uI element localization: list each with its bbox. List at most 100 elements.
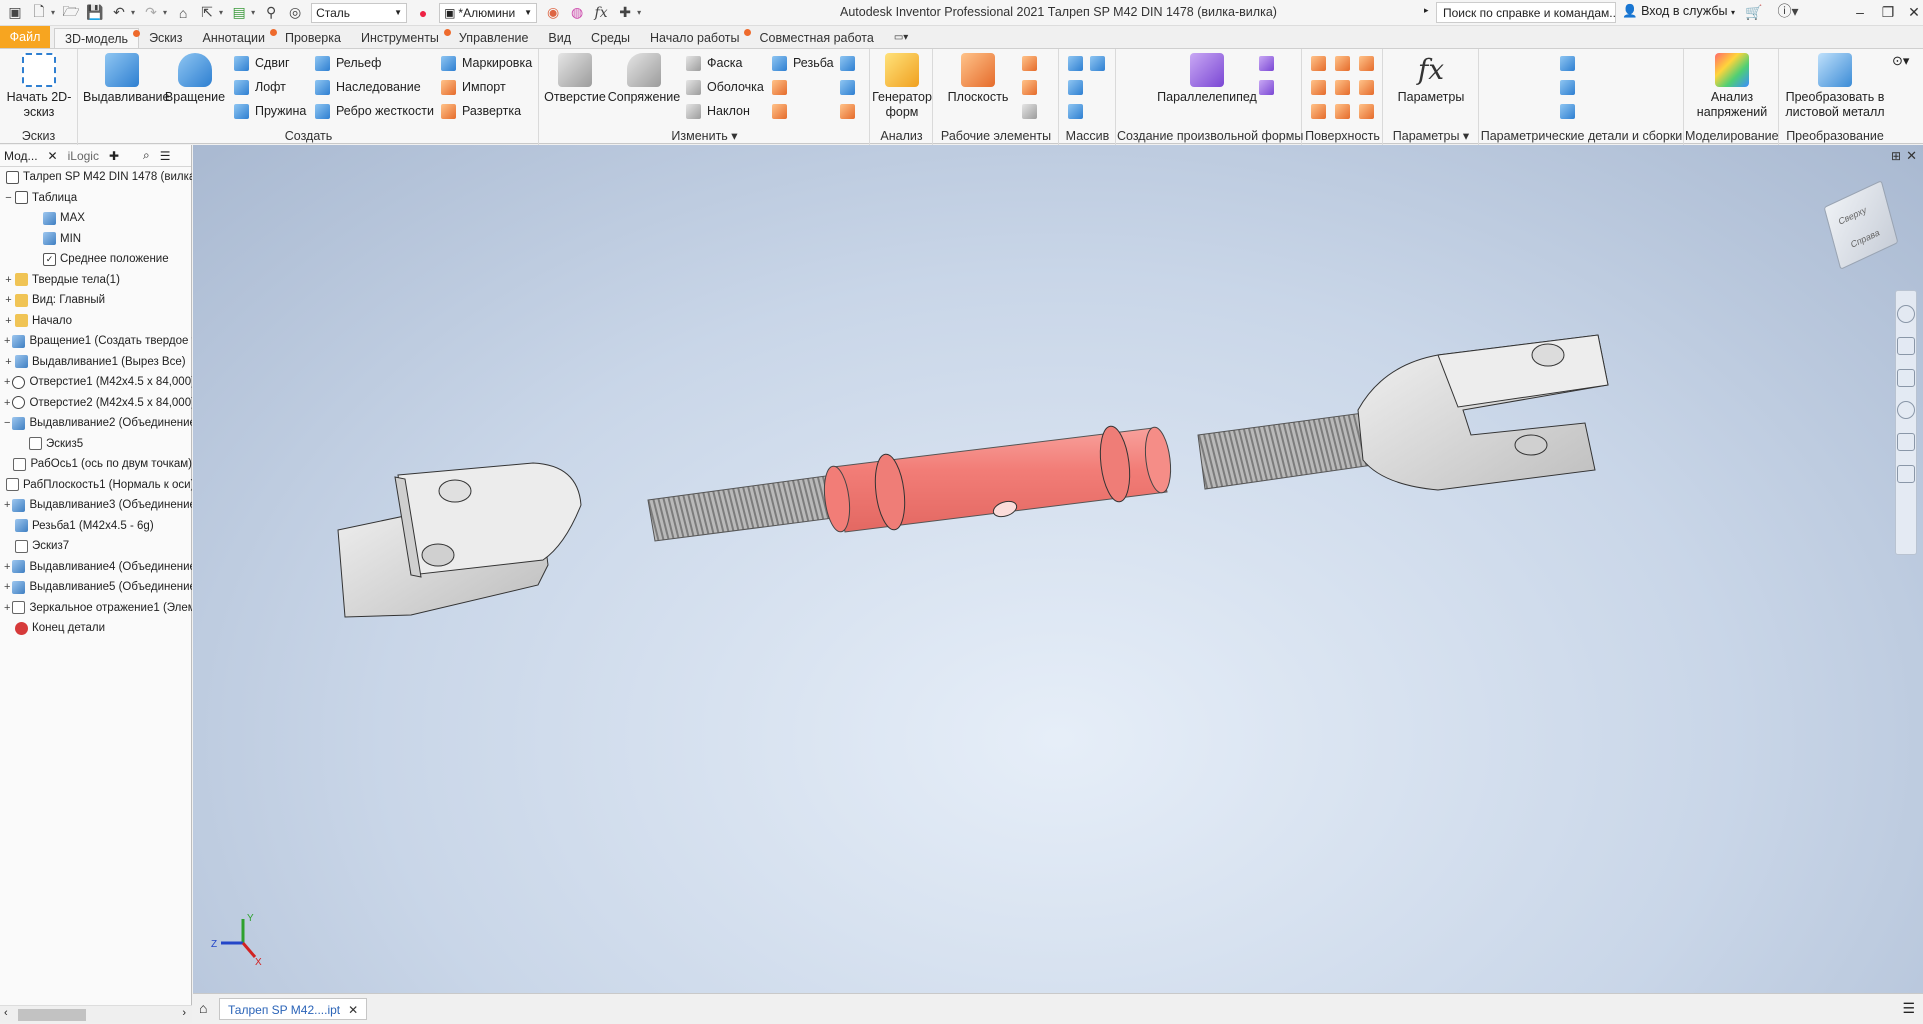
viewport-maximize-icon[interactable]: ⊞ xyxy=(1891,149,1901,163)
extend-button[interactable] xyxy=(1335,77,1356,97)
minimize-button[interactable]: – xyxy=(1846,0,1874,24)
chamfer-button[interactable]: Фаска xyxy=(686,53,742,73)
select-dropdown-icon[interactable]: ▾ xyxy=(219,8,223,17)
convert-sheet-metal-button[interactable]: Преобразовать в листовой металл xyxy=(1780,53,1890,120)
parameters-button[interactable]: fx Параметры xyxy=(1388,53,1474,105)
menu-icon[interactable]: ☰ xyxy=(160,149,171,163)
stress-analysis-button[interactable]: Анализ напряжений xyxy=(1689,53,1775,120)
draft-button[interactable]: Наклон xyxy=(686,101,750,121)
hole-button[interactable]: Отверстие xyxy=(544,53,606,105)
stitch-button[interactable] xyxy=(1311,53,1332,73)
tree-node[interactable]: MIN xyxy=(0,229,192,249)
tree-node[interactable]: + Выдавливание1 (Вырез Все) xyxy=(0,352,192,372)
tab-model[interactable]: Мод... xyxy=(4,149,38,163)
plane-button[interactable]: Плоскость xyxy=(936,53,1020,105)
adjust-appearance-icon[interactable]: ◉ xyxy=(544,4,562,22)
zoom-icon[interactable] xyxy=(1897,369,1915,387)
shell-button[interactable]: Оболочка xyxy=(686,77,764,97)
scrollbar-thumb[interactable] xyxy=(18,1009,86,1021)
derive-button[interactable]: Наследование xyxy=(315,77,421,97)
clear-appearance-icon[interactable]: ◍ xyxy=(568,4,586,22)
expand-icon[interactable]: + xyxy=(4,397,10,409)
view-cube-top-label[interactable]: Сверху xyxy=(1837,204,1867,227)
sign-in-button[interactable]: 👤 Вход в службы ▾ xyxy=(1622,4,1735,19)
tree-node[interactable]: + Зеркальное отражение1 (Элементы) xyxy=(0,598,192,618)
collapse-icon[interactable]: − xyxy=(4,417,10,429)
ucs-button[interactable] xyxy=(1022,101,1043,121)
steering-wheel-icon[interactable] xyxy=(1897,305,1915,323)
material-icon[interactable]: ◎ xyxy=(286,4,304,22)
close-icon[interactable]: ✕ xyxy=(348,1003,358,1017)
revolve-button[interactable]: Вращение xyxy=(163,53,227,105)
close-button[interactable]: ✕ xyxy=(1900,0,1923,24)
undo-icon[interactable]: ↶ xyxy=(110,4,128,22)
tree-node[interactable]: Эскиз5 xyxy=(0,434,192,454)
unwrap-button[interactable]: Развертка xyxy=(441,101,521,121)
viewport-close-icon[interactable]: ✕ xyxy=(1906,148,1917,164)
horizontal-scrollbar[interactable]: ‹ › xyxy=(0,1005,192,1023)
view-cube-right-label[interactable]: Справа xyxy=(1850,227,1881,250)
import-button[interactable]: Импорт xyxy=(441,77,506,97)
plus-icon[interactable]: ✚ xyxy=(616,4,634,22)
update-icon[interactable]: ▤ xyxy=(230,4,248,22)
tree-node[interactable]: + Выдавливание3 (Объединение) xyxy=(0,495,192,515)
mirror-button[interactable] xyxy=(1090,53,1111,73)
help-icon[interactable]: ⓘ▾ xyxy=(1777,2,1798,20)
expand-icon[interactable]: + xyxy=(4,376,10,388)
add-tab-icon[interactable]: ✚ xyxy=(109,149,119,163)
move-face-button[interactable] xyxy=(840,77,861,97)
undo-dropdown-icon[interactable]: ▾ xyxy=(131,8,135,17)
thread-button[interactable]: Резьба xyxy=(772,53,834,73)
sketch-pattern-button[interactable] xyxy=(1068,101,1089,121)
fx-icon[interactable]: fx xyxy=(592,4,610,22)
appearance-select[interactable]: ▣ *Алюмини ▼ xyxy=(439,2,538,23)
shape-generator-button[interactable]: Генератор форм xyxy=(871,53,933,120)
tab-file[interactable]: Файл xyxy=(0,26,50,48)
cart-icon[interactable]: 🛒 xyxy=(1745,3,1763,21)
tree-node[interactable]: Талреп SP M42 DIN 1478 (вилка-вилка) xyxy=(0,167,192,187)
zoom-window-icon[interactable] xyxy=(1897,465,1915,483)
tab-environments[interactable]: Среды xyxy=(581,28,640,48)
tree-node[interactable]: + Выдавливание5 (Объединение) xyxy=(0,577,192,597)
mark-button[interactable]: Маркировка xyxy=(441,53,532,73)
point-button[interactable] xyxy=(1022,77,1043,97)
tab-sketch[interactable]: Эскиз xyxy=(139,28,192,48)
expand-icon[interactable]: + xyxy=(4,274,13,286)
circular-pattern-button[interactable] xyxy=(1068,77,1089,97)
material-select[interactable]: Сталь ▼ xyxy=(311,2,408,23)
start-2d-sketch-button[interactable]: Начать 2D-эскиз xyxy=(6,53,72,120)
tab-manage[interactable]: Управление xyxy=(449,28,539,48)
scroll-left-icon[interactable]: ‹ xyxy=(4,1007,8,1019)
patch-button[interactable] xyxy=(1335,53,1356,73)
repair-button[interactable] xyxy=(1359,101,1380,121)
measure-icon[interactable]: ⚲ xyxy=(262,4,280,22)
sweep-button[interactable]: Сдвиг xyxy=(234,53,290,73)
document-tab[interactable]: Талреп SP M42....ipt ✕ xyxy=(219,998,368,1020)
expand-icon[interactable]: + xyxy=(4,602,10,614)
tree-node[interactable]: − Выдавливание2 (Объединение) xyxy=(0,413,192,433)
expand-icon[interactable]: + xyxy=(4,335,10,347)
redo-icon[interactable]: ↷ xyxy=(142,4,160,22)
expand-icon[interactable]: + xyxy=(4,561,10,573)
ribbon-display-toggle[interactable]: ▭▾ xyxy=(884,28,918,48)
create-ipart-button[interactable] xyxy=(1560,53,1581,73)
rectangular-pattern-button[interactable] xyxy=(1068,53,1089,73)
new-dropdown-icon[interactable]: ▾ xyxy=(51,8,55,17)
panel-label[interactable]: Изменить ▾ xyxy=(540,128,869,143)
tab-view[interactable]: Вид xyxy=(538,28,581,48)
tab-tools[interactable]: Инструменты xyxy=(351,28,451,48)
freeform-face-button[interactable] xyxy=(1259,53,1280,73)
new-file-icon[interactable]: 🗋 xyxy=(30,3,48,22)
tree-node[interactable]: + Твердые тела(1) xyxy=(0,270,192,290)
delete-face-button[interactable] xyxy=(840,101,861,121)
orbit-icon[interactable] xyxy=(1897,401,1915,419)
box-button[interactable]: Параллелепипед xyxy=(1137,53,1277,105)
ribbon-options-icon[interactable]: ⊙▾ xyxy=(1892,53,1909,69)
rib-button[interactable]: Ребро жесткости xyxy=(315,101,434,121)
tree-node[interactable]: + Вид: Главный xyxy=(0,290,192,310)
axis-button[interactable] xyxy=(1022,53,1043,73)
split-button[interactable] xyxy=(840,53,861,73)
expand-icon[interactable]: + xyxy=(4,499,10,511)
ruled-surface-button[interactable] xyxy=(1311,101,1332,121)
sculpt-button[interactable] xyxy=(1311,77,1332,97)
